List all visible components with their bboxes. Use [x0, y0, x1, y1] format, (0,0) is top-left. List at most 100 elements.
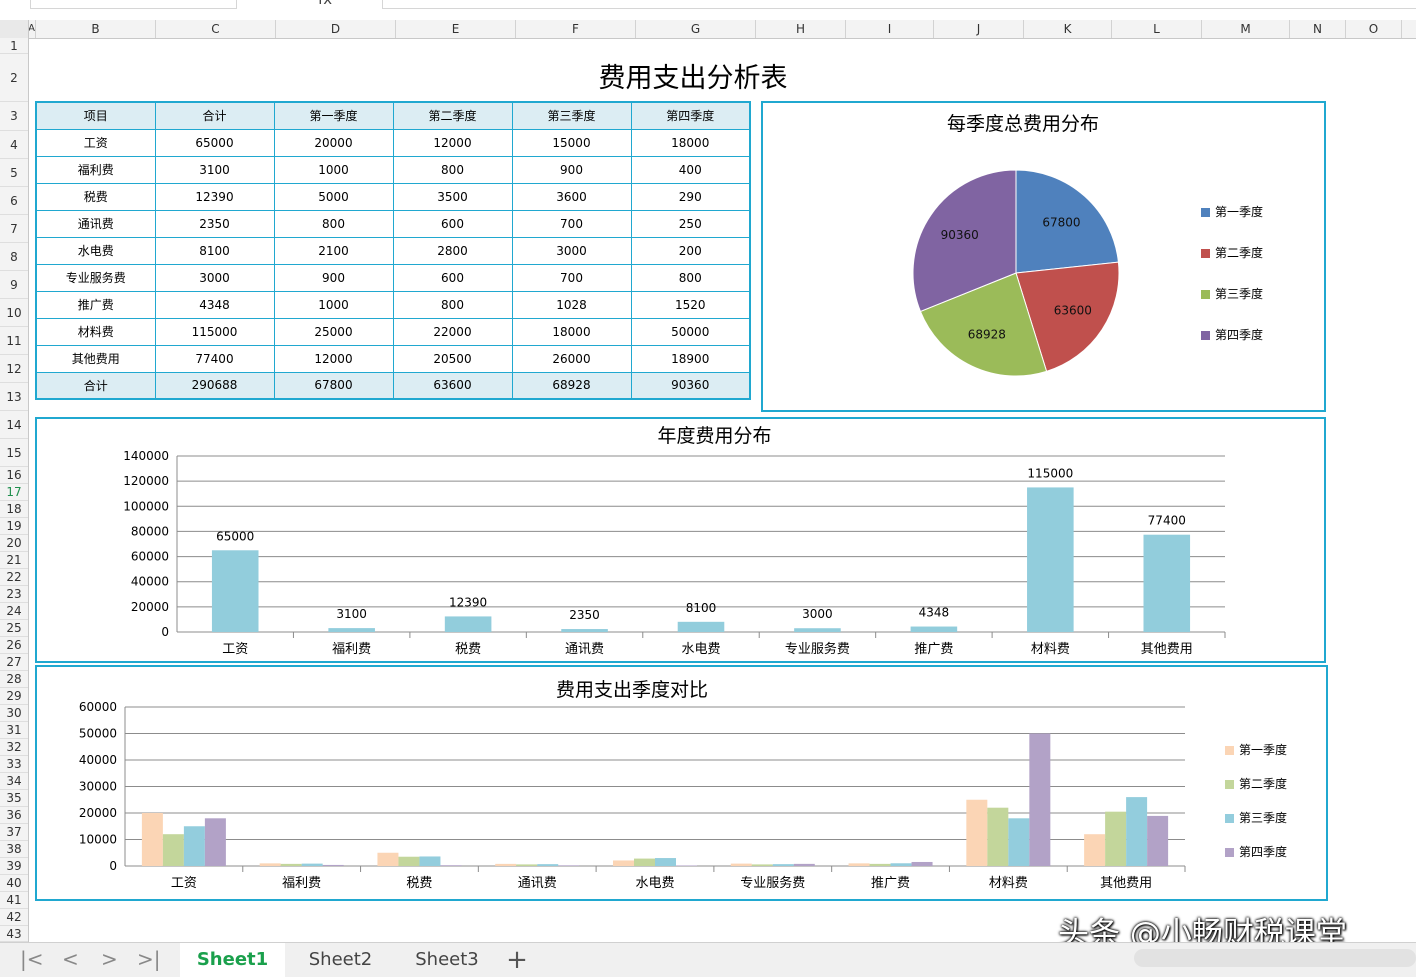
table-cell[interactable]: 合计: [154, 101, 275, 130]
column-header-m[interactable]: M: [1202, 20, 1290, 38]
bar[interactable]: [848, 863, 870, 866]
table-cell[interactable]: 18000: [630, 128, 751, 157]
bar[interactable]: [910, 626, 958, 632]
row-header-16[interactable]: 16: [0, 467, 28, 484]
table-cell[interactable]: 4348: [154, 290, 275, 319]
row-header-2[interactable]: 2: [0, 54, 28, 102]
column-header-b[interactable]: B: [36, 20, 156, 38]
table-cell[interactable]: 250: [630, 209, 751, 238]
row-header-11[interactable]: 11: [0, 327, 28, 355]
row-header-34[interactable]: 34: [0, 773, 28, 790]
column-header-f[interactable]: F: [516, 20, 636, 38]
bar[interactable]: [966, 799, 988, 866]
bar[interactable]: [793, 863, 815, 866]
table-cell[interactable]: 68928: [511, 371, 632, 400]
bar[interactable]: [1147, 815, 1169, 866]
table-cell[interactable]: 12000: [392, 128, 513, 157]
bar[interactable]: [1084, 834, 1106, 866]
bar[interactable]: [869, 863, 891, 866]
row-header-9[interactable]: 9: [0, 271, 28, 299]
row-header-17[interactable]: 17: [0, 484, 28, 501]
table-cell[interactable]: 67800: [273, 371, 394, 400]
table-cell[interactable]: 1028: [511, 290, 632, 319]
column-header-l[interactable]: L: [1112, 20, 1202, 38]
row-header-19[interactable]: 19: [0, 518, 28, 535]
bar[interactable]: [987, 807, 1009, 866]
row-header-3[interactable]: 3: [0, 102, 28, 131]
table-cell[interactable]: 290: [630, 182, 751, 211]
table-cell[interactable]: 63600: [392, 371, 513, 400]
table-cell[interactable]: 税费: [35, 182, 156, 211]
bar[interactable]: [444, 616, 492, 632]
table-cell[interactable]: 3000: [511, 236, 632, 265]
row-header-23[interactable]: 23: [0, 586, 28, 603]
table-cell[interactable]: 800: [630, 263, 751, 292]
table-cell[interactable]: 其他费用: [35, 344, 156, 373]
column-header-g[interactable]: G: [636, 20, 756, 38]
table-cell[interactable]: 700: [511, 263, 632, 292]
table-cell[interactable]: 第四季度: [630, 101, 751, 130]
column-header-h[interactable]: H: [756, 20, 846, 38]
bar[interactable]: [322, 864, 344, 866]
bar[interactable]: [377, 852, 399, 866]
bar[interactable]: [558, 865, 580, 866]
table-cell[interactable]: 600: [392, 263, 513, 292]
column-header-i[interactable]: I: [846, 20, 934, 38]
bar[interactable]: [204, 818, 226, 866]
row-header-1[interactable]: 1: [0, 38, 28, 54]
first-sheet-button[interactable]: |<: [20, 947, 44, 971]
table-cell[interactable]: 1000: [273, 155, 394, 184]
table-cell[interactable]: 工资: [35, 128, 156, 157]
bar[interactable]: [730, 863, 752, 866]
table-cell[interactable]: 福利费: [35, 155, 156, 184]
bar[interactable]: [677, 621, 725, 632]
table-cell[interactable]: 合计: [35, 371, 156, 400]
row-header-36[interactable]: 36: [0, 807, 28, 824]
bar[interactable]: [516, 864, 538, 866]
table-cell[interactable]: 65000: [154, 128, 275, 157]
row-header-12[interactable]: 12: [0, 355, 28, 383]
table-cell[interactable]: 2350: [154, 209, 275, 238]
table-cell[interactable]: 3500: [392, 182, 513, 211]
tab-sheet1[interactable]: Sheet1: [180, 943, 285, 977]
bar[interactable]: [634, 858, 655, 866]
row-header-8[interactable]: 8: [0, 243, 28, 271]
table-cell[interactable]: 第三季度: [511, 101, 632, 130]
column-header-o[interactable]: O: [1346, 20, 1402, 38]
table-cell[interactable]: 18900: [630, 344, 751, 373]
table-cell[interactable]: 600: [392, 209, 513, 238]
table-cell[interactable]: 900: [273, 263, 394, 292]
prev-sheet-button[interactable]: <: [62, 947, 79, 971]
row-header-22[interactable]: 22: [0, 569, 28, 586]
row-header-40[interactable]: 40: [0, 875, 28, 892]
row-header-42[interactable]: 42: [0, 909, 28, 926]
row-header-14[interactable]: 14: [0, 411, 28, 439]
table-cell[interactable]: 12390: [154, 182, 275, 211]
table-cell[interactable]: 第二季度: [392, 101, 513, 130]
bar[interactable]: [1027, 487, 1074, 632]
row-header-32[interactable]: 32: [0, 739, 28, 756]
table-cell[interactable]: 3600: [511, 182, 632, 211]
bar[interactable]: [772, 864, 794, 866]
row-header-20[interactable]: 20: [0, 535, 28, 552]
table-cell[interactable]: 700: [511, 209, 632, 238]
table-cell[interactable]: 115000: [154, 317, 275, 346]
table-cell[interactable]: 90360: [630, 371, 751, 400]
bar[interactable]: [495, 863, 517, 866]
table-cell[interactable]: 15000: [511, 128, 632, 157]
bar[interactable]: [328, 628, 375, 632]
last-sheet-button[interactable]: >|: [137, 947, 161, 971]
row-header-41[interactable]: 41: [0, 892, 28, 909]
row-header-7[interactable]: 7: [0, 215, 28, 243]
column-header-a[interactable]: A: [28, 20, 36, 38]
formula-input[interactable]: [382, 0, 1416, 9]
row-header-43[interactable]: 43: [0, 926, 28, 942]
horizontal-scrollbar[interactable]: [1134, 949, 1416, 967]
bar[interactable]: [419, 856, 441, 866]
row-header-21[interactable]: 21: [0, 552, 28, 569]
bar[interactable]: [211, 550, 259, 632]
bar[interactable]: [890, 863, 912, 866]
table-cell[interactable]: 3100: [154, 155, 275, 184]
bar[interactable]: [655, 858, 676, 866]
quarter-compare-chart-box[interactable]: 费用支出季度对比 0 10000 20000 30000 40000 50000 60000…: [35, 665, 1328, 901]
